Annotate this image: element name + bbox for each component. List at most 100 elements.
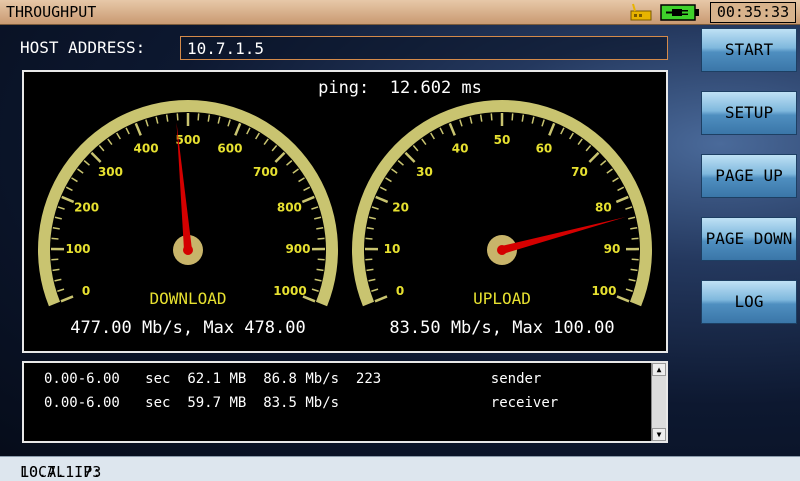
interval: 0.00-6.00 — [44, 395, 120, 411]
gauge-tick — [532, 117, 534, 124]
scroll-down-arrow-icon[interactable]: ▼ — [652, 428, 666, 441]
needle-pivot — [183, 245, 193, 255]
gauge-tick-label: 70 — [571, 165, 588, 179]
gauge-tick-label: 400 — [134, 141, 159, 155]
gauge-tick — [586, 146, 591, 151]
gauge-tick — [589, 153, 598, 162]
gauge-tick — [561, 128, 564, 134]
console-row: 0.00-6.00 sec 59.7 MB 83.5 Mb/s receiver — [44, 395, 558, 411]
role: sender — [491, 371, 542, 387]
gauge-tick — [156, 117, 158, 124]
upload-readout: 83.50 Mb/s, Max 100.00 — [352, 318, 652, 338]
host-address-input[interactable]: 10.7.1.5 — [180, 36, 668, 60]
gauge-tick — [512, 113, 513, 120]
gauge-tick — [380, 187, 386, 190]
gauge-tick — [376, 197, 388, 202]
gauge-tick — [570, 133, 574, 139]
gauge-tick-label: 50 — [494, 133, 511, 147]
needle-pivot — [497, 245, 507, 255]
gauge-tick — [55, 279, 62, 281]
gauge-tick-label: 700 — [253, 165, 278, 179]
gauge-tick — [317, 269, 324, 270]
gauge-tick-label: 80 — [595, 200, 612, 214]
gauge-tick — [369, 217, 376, 219]
transfer: 62.1 MB — [187, 371, 246, 387]
console-scrollbar[interactable]: ▲ ▼ — [651, 363, 666, 441]
gauge-tick — [413, 146, 418, 151]
gauge-tick — [372, 207, 379, 209]
unit: sec — [145, 371, 170, 387]
gauge-tick — [367, 269, 374, 270]
gauge-tick — [625, 207, 632, 209]
gauge-tick — [287, 161, 292, 166]
gauge-tick — [431, 133, 435, 139]
gauge-tick — [78, 169, 84, 173]
gauge-tick — [117, 133, 121, 139]
gauge-tick-label: 200 — [74, 200, 99, 214]
gauge-tick — [51, 238, 58, 239]
gauge-tick — [549, 123, 554, 135]
gauge-tick — [299, 178, 305, 182]
gauge-tick — [247, 128, 250, 134]
gauge-tick — [256, 133, 260, 139]
gauge-tick — [316, 228, 323, 229]
download-label: DOWNLOAD — [38, 289, 338, 308]
gauge-tick — [228, 120, 230, 127]
gauge-tick — [367, 228, 374, 229]
gauge-tick-label: 10 — [384, 242, 401, 256]
gauge-tick — [293, 169, 299, 173]
download-readout: 477.00 Mb/s, Max 478.00 — [38, 318, 338, 338]
gauge-tick — [314, 217, 321, 219]
unit: sec — [145, 395, 170, 411]
local-ip: LOCAL IP: 10.7.1.73 — [10, 460, 19, 478]
gauge-tick — [99, 146, 104, 151]
role: receiver — [491, 395, 558, 411]
interval: 0.00-6.00 — [44, 371, 120, 387]
gauge-tick — [460, 120, 462, 127]
gauge-tick — [491, 113, 492, 120]
gauge-tick — [62, 197, 74, 202]
gauge-tick — [72, 178, 78, 182]
gauge-tick — [53, 269, 60, 270]
gauge-tick — [126, 128, 129, 134]
host-address-label: HOST ADDRESS: — [20, 38, 145, 57]
gauge-tick — [613, 178, 619, 182]
gauge-tick-label: 100 — [65, 242, 90, 256]
gauge-tick — [405, 153, 414, 162]
gauge-tick — [601, 161, 606, 166]
gauge-tick — [146, 120, 148, 127]
gauge-tick — [440, 128, 443, 134]
page-down-button[interactable]: PAGE DOWN — [701, 217, 797, 261]
gauge-tick — [578, 139, 582, 145]
start-button[interactable]: START — [701, 28, 797, 72]
gauge-tick — [318, 238, 325, 239]
title-bar: THROUGHPUT 00:35:33 — [0, 0, 800, 25]
network-icon — [629, 3, 653, 22]
gauge-tick-label: 800 — [277, 200, 302, 214]
gauge-tick — [470, 117, 472, 124]
gauge-tick — [369, 279, 376, 281]
page-up-button[interactable]: PAGE UP — [701, 154, 797, 198]
battery-plug-icon — [660, 3, 700, 22]
gauge-tick — [136, 123, 141, 135]
gauge-tick — [542, 120, 544, 127]
gauge-tick — [629, 279, 636, 281]
gauge-tick — [422, 139, 426, 145]
clock: 00:35:33 — [710, 2, 796, 23]
gauge-tick-label: 60 — [536, 141, 553, 155]
gauge-tick — [198, 113, 199, 120]
gauge-tick — [392, 169, 398, 173]
gauge-tick — [167, 115, 168, 122]
status-bar: LOCAL IP: 10.7.1.73 — [0, 456, 800, 481]
download-gauge: 01002003004005006007008009001000 — [38, 70, 338, 310]
setup-button[interactable]: SETUP — [701, 91, 797, 135]
gauge-tick-label: 40 — [452, 141, 469, 155]
scroll-up-arrow-icon[interactable]: ▲ — [652, 363, 666, 376]
gauge-tick-label: 90 — [604, 242, 621, 256]
gauge-tick — [481, 115, 482, 122]
gauge-tick — [315, 279, 322, 281]
gauge-tick — [177, 113, 178, 120]
gauge-tick-label: 900 — [285, 242, 310, 256]
log-button[interactable]: LOG — [701, 280, 797, 324]
gauge-tick — [632, 238, 639, 239]
